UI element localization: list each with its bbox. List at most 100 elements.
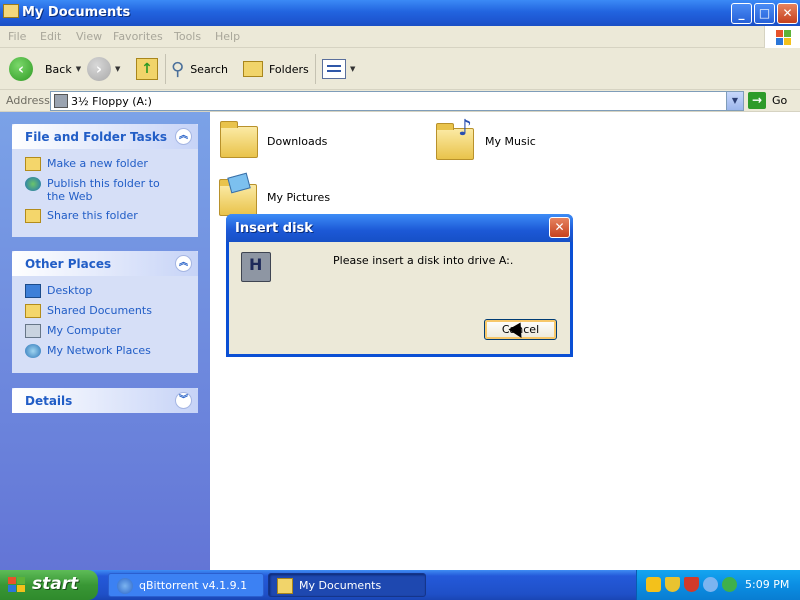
forward-arrow-icon: › [87,57,111,81]
file-folder-tasks-panel: File and Folder Tasks ︽ Make a new folde… [12,124,198,237]
forward-button[interactable]: › ▼ [87,56,120,82]
place-shared-documents[interactable]: Shared Documents [25,304,188,318]
menu-file[interactable]: File [8,30,26,43]
toolbar-separator [315,54,316,84]
back-arrow-icon: ‹ [9,57,33,81]
menu-bar: File Edit View Favorites Tools Help [0,26,800,48]
search-icon: ⚲ [171,58,185,80]
task-share-folder[interactable]: Share this folder [25,209,188,223]
network-icon[interactable] [722,577,737,592]
security-shield-icon[interactable] [665,577,680,592]
panel-header[interactable]: Details ︾ [12,388,198,413]
floppy-drive-icon [241,252,271,282]
start-button[interactable]: start [0,570,98,600]
search-label: Search [190,62,228,76]
folder-icon [220,121,258,158]
menu-view[interactable]: View [76,30,102,43]
task-label: Make a new folder [47,157,148,170]
place-label: My Computer [47,324,122,337]
dialog-title: Insert disk [235,221,313,236]
qbittorrent-icon[interactable] [703,577,718,592]
other-places-panel: Other Places ︽ Desktop Shared Documents … [12,251,198,373]
dialog-titlebar[interactable]: Insert disk ✕ [226,214,573,242]
folder-icon [3,4,19,18]
minimize-button[interactable]: _ [731,3,752,24]
panel-header[interactable]: Other Places ︽ [12,251,198,276]
task-label: Publish this folder to the Web [47,177,160,203]
security-alert-icon[interactable] [684,577,699,592]
chevron-down-icon[interactable]: ▼ [115,65,120,73]
dialog-message: Please insert a disk into drive A:. [333,254,514,267]
collapse-icon[interactable]: ︽ [175,128,192,145]
folders-icon [243,61,263,77]
go-button[interactable]: → Go [748,92,787,109]
window-title: My Documents [22,5,131,20]
go-label: Go [772,94,788,107]
folder-icon [277,578,293,594]
menu-favorites[interactable]: Favorites [113,30,163,43]
publish-web-icon [25,177,41,191]
up-folder-button[interactable]: ↑ [136,56,158,82]
place-my-network-places[interactable]: My Network Places [25,344,188,358]
key-icon[interactable] [646,577,661,592]
toolbar-separator [165,54,166,84]
menu-help[interactable]: Help [215,30,240,43]
maximize-button[interactable]: □ [754,3,775,24]
taskbar-item-label: My Documents [299,579,382,592]
explorer-window: My Documents _ □ ✕ File Edit View Favori… [0,0,800,570]
chevron-down-icon: ▼ [350,65,356,73]
address-dropdown-button[interactable]: ▼ [726,92,743,110]
close-button[interactable]: ✕ [777,3,798,24]
taskbar-item-label: qBittorrent v4.1.9.1 [139,579,248,592]
taskbar-item-my-documents[interactable]: My Documents [268,573,426,597]
folder-label: Downloads [267,135,328,148]
taskbar: start qBittorrent v4.1.9.1 My Documents … [0,570,800,600]
floppy-drive-icon [54,94,68,108]
taskbar-item-qbittorrent[interactable]: qBittorrent v4.1.9.1 [108,573,264,597]
share-folder-icon [25,209,41,223]
task-label: Share this folder [47,209,138,222]
folders-button[interactable]: Folders [243,56,309,82]
place-label: Shared Documents [47,304,152,317]
address-input[interactable]: 3½ Floppy (A:) ▼ [50,91,744,111]
task-publish-folder[interactable]: Publish this folder to the Web [25,177,188,203]
panel-title: File and Folder Tasks [25,130,168,144]
search-button[interactable]: ⚲ Search [171,56,228,82]
details-panel: Details ︾ [12,388,198,413]
folder-label: My Music [485,135,536,148]
new-folder-icon [25,157,41,171]
place-desktop[interactable]: Desktop [25,284,188,298]
place-label: My Network Places [47,344,151,357]
up-folder-icon: ↑ [136,58,158,80]
back-label: Back [45,62,72,76]
system-tray: 5:09 PM [636,570,800,600]
views-icon [322,59,346,79]
chevron-down-icon[interactable]: ▼ [76,65,81,73]
folder-icon [25,304,41,318]
music-note-icon: ♪ [458,116,473,141]
network-icon [25,344,41,358]
window-titlebar[interactable]: My Documents _ □ ✕ [0,0,800,26]
toolbar: ‹ Back ▼ › ▼ ↑ ⚲ Search Folders ▼ [0,48,800,90]
place-my-computer[interactable]: My Computer [25,324,188,338]
dialog-close-button[interactable]: ✕ [549,217,570,238]
address-bar: Address 3½ Floppy (A:) ▼ → Go [0,90,800,112]
task-make-new-folder[interactable]: Make a new folder [25,157,188,171]
back-button[interactable]: ‹ Back ▼ [9,56,81,82]
qbittorrent-icon [117,578,133,594]
panel-title: Details [25,394,73,408]
expand-icon[interactable]: ︾ [175,392,192,409]
computer-icon [25,324,41,338]
start-label: start [32,574,79,594]
clock[interactable]: 5:09 PM [745,578,789,591]
menu-edit[interactable]: Edit [40,30,61,43]
menu-tools[interactable]: Tools [174,30,201,43]
views-button[interactable]: ▼ [322,56,355,82]
place-label: Desktop [47,284,93,297]
address-value: 3½ Floppy (A:) [71,95,152,108]
panel-header[interactable]: File and Folder Tasks ︽ [12,124,198,149]
go-arrow-icon: → [748,92,766,109]
address-label: Address [6,94,50,107]
windows-logo-icon [764,26,800,48]
collapse-icon[interactable]: ︽ [175,255,192,272]
